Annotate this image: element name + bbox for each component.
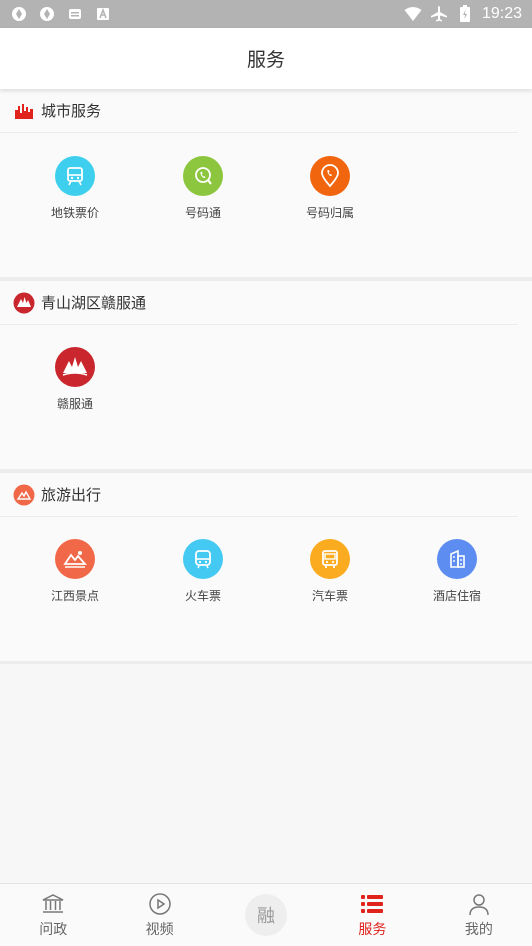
app-notification-icon xyxy=(10,5,28,23)
scenic-spot-icon xyxy=(55,539,95,579)
list-icon xyxy=(359,891,385,917)
nav-item-video[interactable]: 视频 xyxy=(106,884,212,946)
service-number-location[interactable]: 号码归属 xyxy=(270,156,390,221)
nav-item-me[interactable]: 我的 xyxy=(426,884,532,946)
government-building-icon xyxy=(40,891,66,917)
service-label: 地铁票价 xyxy=(50,206,99,220)
nav-item-services[interactable]: 服务 xyxy=(319,884,425,946)
page-title: 服务 xyxy=(246,49,285,71)
subway-icon xyxy=(55,156,95,196)
phone-location-icon xyxy=(310,156,350,196)
service-number-lookup[interactable]: 号码通 xyxy=(143,156,263,221)
service-label: 赣服通 xyxy=(56,397,93,411)
service-subway-fare[interactable]: 地铁票价 xyxy=(15,156,135,221)
section-header: 城市服务 xyxy=(0,89,518,133)
phone-search-icon xyxy=(183,156,223,196)
service-ganfutong[interactable]: 赣服通 xyxy=(15,347,135,412)
keyboard-icon xyxy=(94,5,112,23)
section-city-services: 城市服务 地铁票价 号码通 号码归属 xyxy=(0,89,532,277)
section-header: 青山湖区赣服通 xyxy=(0,281,518,325)
service-label: 汽车票 xyxy=(311,589,348,603)
status-bar: 19:23 xyxy=(0,0,532,28)
service-label: 火车票 xyxy=(184,589,221,603)
section-travel: 旅游出行 江西景点 火车票 汽车票 酒店住宿 xyxy=(0,473,532,661)
nav-label: 服务 xyxy=(358,922,387,938)
service-label: 号码归属 xyxy=(305,206,354,220)
service-label: 号码通 xyxy=(184,206,221,220)
play-circle-icon xyxy=(147,891,173,917)
service-bus-tickets[interactable]: 汽车票 xyxy=(270,539,390,604)
bottom-nav: 问政 视频 融 服务 我的 xyxy=(0,883,532,946)
ganfutong-logo-icon xyxy=(13,292,35,314)
service-label: 江西景点 xyxy=(50,589,99,603)
status-time: 19:23 xyxy=(481,5,522,22)
ganfutong-logo-icon xyxy=(55,347,95,387)
hotel-icon xyxy=(437,539,477,579)
nav-label: 问政 xyxy=(39,922,68,938)
city-skyline-icon xyxy=(13,100,35,122)
service-hotel[interactable]: 酒店住宿 xyxy=(397,539,517,604)
app-notification-icon xyxy=(38,5,56,23)
train-icon xyxy=(183,539,223,579)
section-header: 旅游出行 xyxy=(0,473,518,517)
storage-icon xyxy=(66,5,84,23)
battery-icon xyxy=(456,5,474,23)
section-divider xyxy=(0,661,532,664)
nav-label: 我的 xyxy=(464,922,493,938)
section-ganfutong: 青山湖区赣服通 赣服通 xyxy=(0,281,532,469)
nav-item-rong[interactable]: 融 xyxy=(213,884,319,946)
mountain-icon xyxy=(13,484,35,506)
nav-label: 视频 xyxy=(145,922,174,938)
airplane-icon xyxy=(430,5,448,23)
section-title: 青山湖区赣服通 xyxy=(41,294,147,312)
bus-icon xyxy=(310,539,350,579)
nav-item-wenzheng[interactable]: 问政 xyxy=(0,884,106,946)
section-title: 旅游出行 xyxy=(41,486,102,504)
service-train-tickets[interactable]: 火车票 xyxy=(143,539,263,604)
app-header: 服务 xyxy=(0,28,532,89)
service-label: 酒店住宿 xyxy=(432,589,481,603)
service-scenic-spots[interactable]: 江西景点 xyxy=(15,539,135,604)
user-icon xyxy=(466,891,492,917)
section-title: 城市服务 xyxy=(41,102,102,120)
rong-center-button: 融 xyxy=(245,894,288,936)
wifi-icon xyxy=(404,5,422,23)
